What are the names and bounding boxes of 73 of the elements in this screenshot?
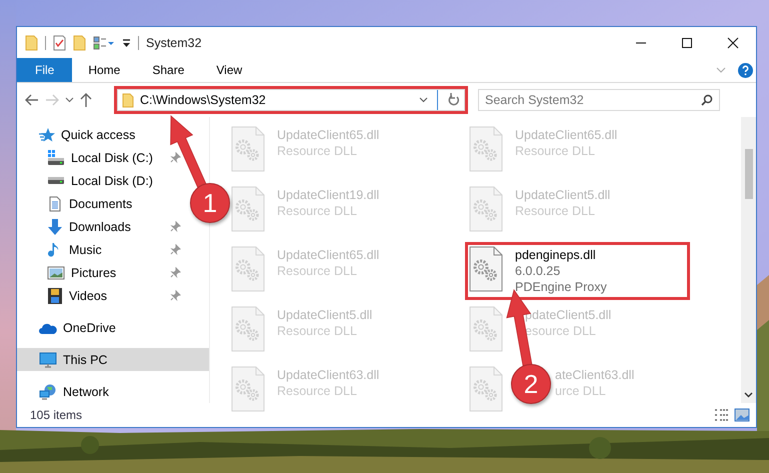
file-name: UpdateClient65.dll — [515, 127, 618, 143]
address-field[interactable]: C:\Windows\System32 — [117, 89, 465, 111]
file-name: UpdateClient5.dll — [277, 307, 372, 323]
pin-icon[interactable] — [170, 152, 181, 163]
drive-icon — [47, 176, 65, 184]
nav-item[interactable]: Videos — [17, 284, 183, 307]
search-field[interactable]: Search System32 — [478, 89, 720, 111]
file-name: UpdateClient65.dll — [277, 127, 380, 143]
nav-item[interactable]: OneDrive — [17, 316, 124, 339]
file-name: UpdateClient63.dll — [277, 367, 380, 383]
chevron-down-icon[interactable] — [716, 66, 726, 74]
nav-item[interactable]: Music — [17, 238, 183, 261]
file-name: pdateClient5.dll — [525, 307, 612, 323]
address-path: C:\Windows\System32 — [140, 93, 267, 107]
dropdown-caret-icon[interactable] — [419, 97, 428, 103]
nav-item[interactable]: Quick access — [17, 123, 144, 146]
file-name: UpdateClient65.dll — [277, 247, 380, 263]
gear-file-icon — [469, 366, 503, 412]
file-name: UpdateClient5.dll — [515, 187, 610, 203]
back-icon[interactable] — [25, 94, 39, 106]
download-icon — [47, 218, 63, 234]
folder-icon — [122, 92, 134, 108]
search-placeholder: Search System32 — [485, 93, 585, 107]
gear-file-icon — [469, 186, 503, 232]
nav-item[interactable]: Network — [17, 380, 117, 403]
help-icon[interactable] — [738, 62, 753, 78]
scroll-thumb[interactable] — [744, 149, 752, 199]
nav-item[interactable]: Pictures — [17, 261, 183, 284]
film-icon — [47, 288, 63, 304]
nav-item[interactable]: This PC — [17, 348, 209, 371]
customize-caret-icon[interactable] — [122, 38, 131, 48]
scroll-down-icon[interactable] — [744, 392, 753, 398]
file-menu-button[interactable]: File — [17, 58, 72, 82]
nav-item[interactable]: Local Disk (C:) — [17, 146, 183, 169]
large-icons-view-icon[interactable] — [734, 408, 750, 422]
ribbon-tab[interactable]: Share — [136, 58, 200, 82]
gear-file-icon — [231, 186, 265, 232]
nav-item[interactable]: Documents — [17, 192, 183, 215]
item-count: 105 items — [30, 408, 82, 422]
gear-file-icon — [231, 306, 265, 352]
gear-file-icon — [469, 246, 503, 292]
gear-file-icon — [469, 126, 503, 172]
pin-icon[interactable] — [170, 290, 181, 301]
nav-item[interactable]: Local Disk (D:) — [17, 169, 183, 192]
gear-file-icon — [469, 306, 503, 352]
search-icon — [701, 94, 713, 106]
gear-file-icon — [231, 366, 265, 412]
properties-icon[interactable] — [53, 34, 66, 50]
monitor-icon — [39, 352, 57, 368]
window-title: System32 — [146, 36, 202, 50]
gear-file-icon — [231, 246, 265, 292]
ribbon-tab[interactable]: Home — [72, 58, 136, 82]
file-name: UpdateClient19.dll — [277, 187, 380, 203]
file-name: ateClient63.dll — [555, 367, 634, 383]
gear-file-icon — [231, 126, 265, 172]
picture-icon — [47, 264, 65, 280]
view-icon[interactable] — [93, 36, 115, 50]
file-name: pdengineps.dll — [515, 247, 597, 263]
nav-item[interactable]: Downloads — [17, 215, 183, 238]
up-icon[interactable] — [80, 93, 92, 107]
pin-icon[interactable] — [170, 221, 181, 232]
network-icon — [39, 384, 57, 400]
scrollbar[interactable] — [741, 117, 756, 403]
drive-icon — [47, 150, 65, 166]
pin-icon[interactable] — [170, 244, 181, 255]
details-view-icon[interactable] — [714, 408, 730, 422]
star-icon — [39, 126, 55, 142]
file-description: PDEngine Proxy — [515, 279, 607, 295]
pin-icon[interactable] — [170, 267, 181, 278]
ribbon-tab[interactable]: View — [200, 58, 258, 82]
file-version: 6.0.0.25 — [515, 263, 562, 279]
recent-caret-icon[interactable] — [65, 97, 74, 103]
document-icon — [47, 196, 63, 212]
